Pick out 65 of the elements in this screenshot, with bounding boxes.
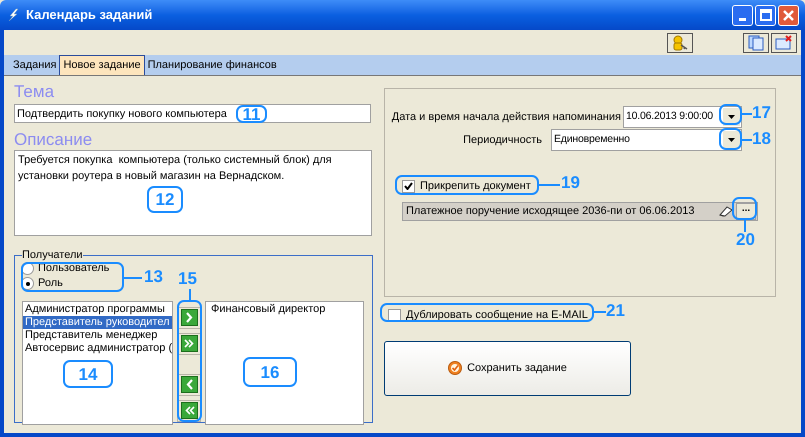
- double-chevron-right-icon: [180, 335, 198, 352]
- close-window-button[interactable]: [771, 32, 797, 52]
- eraser-icon[interactable]: [718, 205, 734, 217]
- check-circle-icon: [448, 361, 462, 375]
- callout-badge: 11: [236, 105, 267, 123]
- callout-number: 15: [178, 270, 197, 288]
- radio-option[interactable]: Роль: [21, 276, 63, 290]
- minimize-icon: [739, 18, 746, 20]
- callout-number: 17: [752, 104, 771, 122]
- leader-line: [539, 184, 560, 186]
- close-window-icon: [775, 34, 793, 50]
- check-icon: [404, 182, 413, 190]
- field-label: Периодичность: [463, 132, 542, 148]
- save-button[interactable]: Сохранить задание: [384, 340, 631, 396]
- lightning-icon: [6, 8, 20, 22]
- callout-badge: 16: [243, 357, 297, 387]
- callout-number: 18: [752, 130, 771, 148]
- minimize-button[interactable]: [732, 4, 753, 26]
- dropdown-button[interactable]: [723, 131, 740, 149]
- list-item[interactable]: Представитель руководител: [23, 316, 172, 328]
- list-item[interactable]: Администратор программы: [23, 302, 172, 316]
- field-label: Дата и время начала действия напоминания: [392, 110, 621, 125]
- caret-icon: [728, 138, 735, 142]
- callout-outline: [719, 128, 742, 150]
- period-dropdown[interactable]: Единовременно: [551, 129, 742, 151]
- field-label: Тема: [14, 81, 56, 102]
- callout-number: 13: [144, 268, 163, 286]
- chevron-right-icon: [180, 309, 198, 326]
- callout-number: 19: [561, 174, 580, 192]
- maximize-icon: [760, 9, 772, 21]
- callout-outline: [719, 104, 742, 125]
- checkbox-option[interactable]: Дублировать сообщение на E-MAIL: [388, 307, 588, 324]
- date-time-field[interactable]: 10.06.2013 9:00:00: [623, 106, 742, 128]
- list-item[interactable]: Автосервис администратор (: [23, 342, 172, 354]
- callout-badge: 12: [147, 186, 183, 213]
- double-chevron-left-icon: [180, 402, 198, 419]
- callout-number: 20: [736, 231, 755, 249]
- document-field: Платежное поручение исходящее 2036-пи от 06.06.2013 ...: [402, 202, 758, 220]
- windows-icon: [747, 34, 765, 50]
- user-key-icon: [671, 34, 689, 50]
- tab[interactable]: Новое задание: [59, 55, 145, 75]
- callout-outline: [732, 197, 757, 220]
- close-button[interactable]: [778, 4, 799, 26]
- radio-option[interactable]: Пользователь: [21, 262, 110, 276]
- caret-icon: [728, 115, 735, 119]
- callout-number: 21: [606, 302, 625, 320]
- leader-line: [594, 311, 606, 313]
- group-title: Получатели: [22, 248, 83, 263]
- tab[interactable]: Задания: [10, 55, 60, 75]
- callout-badge: 14: [63, 360, 113, 388]
- checkbox[interactable]: [402, 180, 415, 193]
- list-item[interactable]: Представитель менеджер: [23, 328, 172, 342]
- maximize-button[interactable]: [755, 4, 776, 26]
- windows-button[interactable]: [743, 32, 769, 52]
- close-icon: [783, 10, 794, 20]
- chevron-left-icon: [180, 376, 198, 393]
- leader-line: [124, 277, 142, 279]
- leader-line: [744, 220, 746, 232]
- checkbox-option[interactable]: Прикрепить документ: [402, 178, 531, 194]
- field-label: Описание: [14, 129, 94, 150]
- list-item[interactable]: Финансовый директор: [209, 302, 363, 316]
- user-key-button[interactable]: [667, 32, 693, 52]
- window-title: Календарь заданий: [26, 6, 154, 24]
- tab[interactable]: Планирование финансов: [144, 55, 280, 75]
- checkbox[interactable]: [388, 308, 401, 322]
